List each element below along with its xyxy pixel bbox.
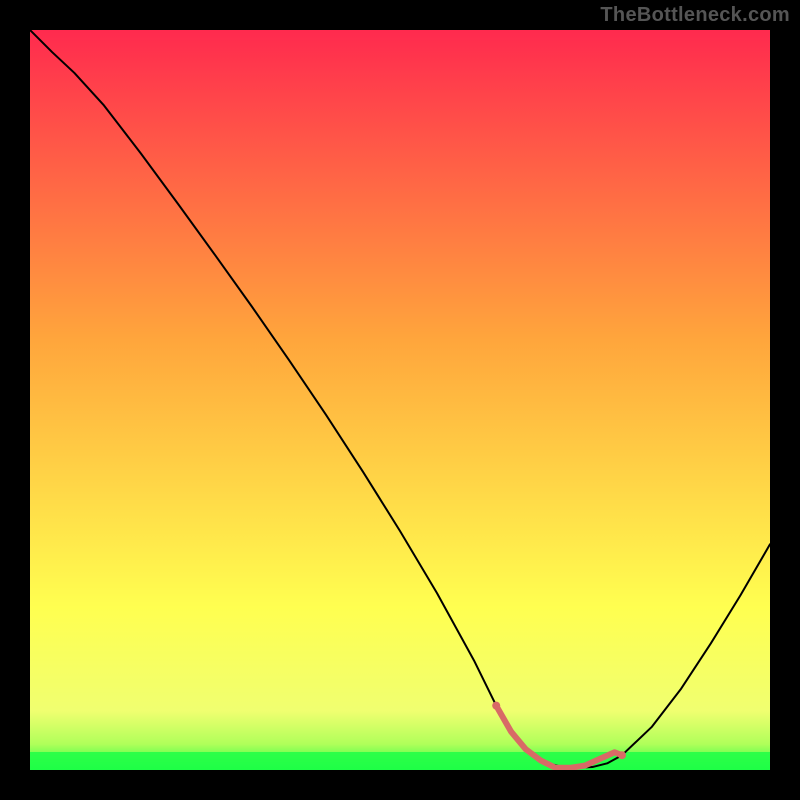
plot-background xyxy=(30,30,770,770)
highlight-end xyxy=(618,751,626,759)
green-zone xyxy=(30,752,770,770)
chart-container: TheBottleneck.com xyxy=(0,0,800,800)
plot-svg xyxy=(30,30,770,770)
bottleneck-plot xyxy=(30,30,770,770)
highlight-end xyxy=(492,702,500,710)
watermark-text: TheBottleneck.com xyxy=(600,4,790,27)
